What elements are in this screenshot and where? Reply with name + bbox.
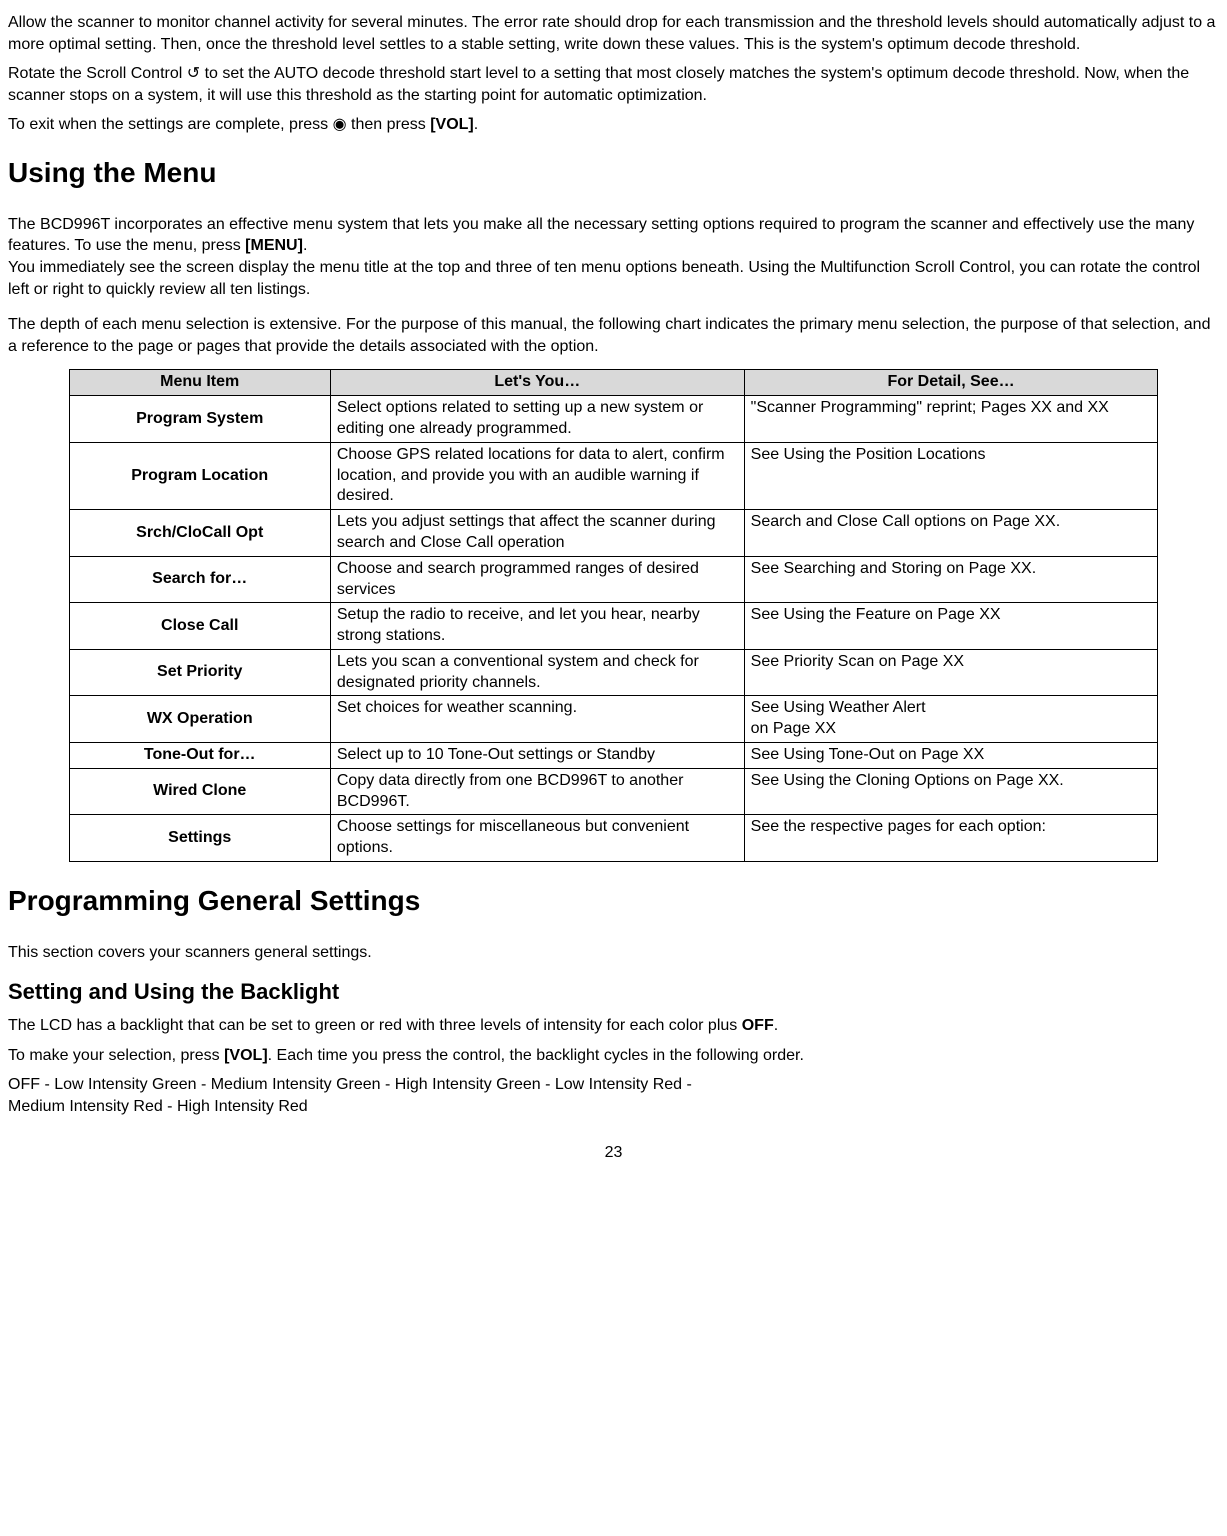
- text: .: [303, 237, 307, 254]
- heading-programming-general-settings: Programming General Settings: [8, 882, 1219, 920]
- cell-lets-you: Select up to 10 Tone-Out settings or Sta…: [330, 743, 744, 769]
- text: . Each time you press the control, the b…: [268, 1047, 804, 1064]
- cell-lets-you: Choose and search programmed ranges of d…: [330, 556, 744, 603]
- cell-menu-item: Settings: [69, 815, 330, 862]
- cell-lets-you: Select options related to setting up a n…: [330, 396, 744, 443]
- menu-key-label: [MENU]: [245, 237, 303, 254]
- cell-menu-item: Srch/CloCall Opt: [69, 510, 330, 557]
- paragraph-9: To make your selection, press [VOL]. Eac…: [8, 1045, 1219, 1067]
- text: To make your selection, press: [8, 1047, 224, 1064]
- cell-detail: See Using the Feature on Page XX: [744, 603, 1158, 650]
- text: .: [474, 116, 478, 133]
- vol-key-label: [VOL]: [430, 116, 474, 133]
- cell-menu-item: Set Priority: [69, 649, 330, 696]
- cell-detail: See Using Weather Alert on Page XX: [744, 696, 1158, 743]
- table-row: Set Priority Lets you scan a conventiona…: [69, 649, 1158, 696]
- cell-detail: See Priority Scan on Page XX: [744, 649, 1158, 696]
- table-row: Close Call Setup the radio to receive, a…: [69, 603, 1158, 650]
- header-for-detail: For Detail, See…: [744, 370, 1158, 396]
- cell-menu-item: Wired Clone: [69, 768, 330, 815]
- heading-using-the-menu: Using the Menu: [8, 154, 1219, 192]
- table-row: WX Operation Set choices for weather sca…: [69, 696, 1158, 743]
- paragraph-3: To exit when the settings are complete, …: [8, 114, 1219, 136]
- stop-icon: ◉: [333, 116, 347, 133]
- cell-menu-item: Program System: [69, 396, 330, 443]
- text: Rotate the Scroll Control: [8, 65, 187, 82]
- table-row: Settings Choose settings for miscellaneo…: [69, 815, 1158, 862]
- cell-detail: See Searching and Storing on Page XX.: [744, 556, 1158, 603]
- paragraph-7: This section covers your scanners genera…: [8, 942, 1219, 964]
- header-lets-you: Let's You…: [330, 370, 744, 396]
- cell-lets-you: Lets you adjust settings that affect the…: [330, 510, 744, 557]
- text: The BCD996T incorporates an effective me…: [8, 216, 1194, 255]
- table-row: Wired Clone Copy data directly from one …: [69, 768, 1158, 815]
- menu-table: Menu Item Let's You… For Detail, See… Pr…: [69, 369, 1159, 862]
- cell-menu-item: Tone-Out for…: [69, 743, 330, 769]
- cell-lets-you: Choose GPS related locations for data to…: [330, 442, 744, 509]
- table-row: Tone-Out for… Select up to 10 Tone-Out s…: [69, 743, 1158, 769]
- cell-lets-you: Copy data directly from one BCD996T to a…: [330, 768, 744, 815]
- table-row: Search for… Choose and search programmed…: [69, 556, 1158, 603]
- cell-lets-you: Set choices for weather scanning.: [330, 696, 744, 743]
- cell-menu-item: Search for…: [69, 556, 330, 603]
- vol-key-label: [VOL]: [224, 1047, 268, 1064]
- text: You immediately see the screen display t…: [8, 259, 1200, 298]
- paragraph-10: OFF - Low Intensity Green - Medium Inten…: [8, 1074, 1219, 1117]
- heading-setting-and-using-the-backlight: Setting and Using the Backlight: [8, 977, 1219, 1007]
- page-number: 23: [8, 1142, 1219, 1164]
- cell-menu-item: Program Location: [69, 442, 330, 509]
- paragraph-4-5: The BCD996T incorporates an effective me…: [8, 214, 1219, 300]
- cell-detail: See the respective pages for each option…: [744, 815, 1158, 862]
- paragraph-1: Allow the scanner to monitor channel act…: [8, 12, 1219, 55]
- text: Medium Intensity Red - High Intensity Re…: [8, 1098, 308, 1115]
- cell-lets-you: Setup the radio to receive, and let you …: [330, 603, 744, 650]
- cell-menu-item: Close Call: [69, 603, 330, 650]
- table-row: Program System Select options related to…: [69, 396, 1158, 443]
- text: The LCD has a backlight that can be set …: [8, 1017, 742, 1034]
- text: OFF - Low Intensity Green - Medium Inten…: [8, 1076, 692, 1093]
- text: then press: [347, 116, 431, 133]
- cell-lets-you: Choose settings for miscellaneous but co…: [330, 815, 744, 862]
- table-row: Srch/CloCall Opt Lets you adjust setting…: [69, 510, 1158, 557]
- table-header-row: Menu Item Let's You… For Detail, See…: [69, 370, 1158, 396]
- scroll-control-icon: ↺: [187, 65, 200, 82]
- cell-detail: "Scanner Programming" reprint; Pages XX …: [744, 396, 1158, 443]
- header-menu-item: Menu Item: [69, 370, 330, 396]
- paragraph-6: The depth of each menu selection is exte…: [8, 314, 1219, 357]
- text: To exit when the settings are complete, …: [8, 116, 333, 133]
- paragraph-2: Rotate the Scroll Control ↺ to set the A…: [8, 63, 1219, 106]
- paragraph-8: The LCD has a backlight that can be set …: [8, 1015, 1219, 1037]
- cell-detail: See Using Tone-Out on Page XX: [744, 743, 1158, 769]
- cell-detail: Search and Close Call options on Page XX…: [744, 510, 1158, 557]
- table-row: Program Location Choose GPS related loca…: [69, 442, 1158, 509]
- cell-menu-item: WX Operation: [69, 696, 330, 743]
- cell-detail: See Using the Cloning Options on Page XX…: [744, 768, 1158, 815]
- text: .: [774, 1017, 778, 1034]
- off-label: OFF: [742, 1017, 774, 1034]
- cell-lets-you: Lets you scan a conventional system and …: [330, 649, 744, 696]
- cell-detail: See Using the Position Locations: [744, 442, 1158, 509]
